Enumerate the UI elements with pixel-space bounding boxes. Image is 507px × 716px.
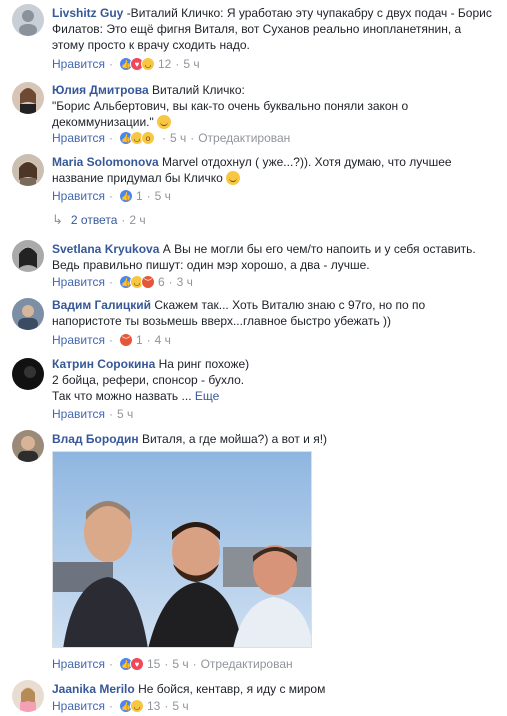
comment-actions: Нравится · 👍 1 · 5 ч [52, 189, 171, 203]
comment-actions: Нравится · ︶ 1 · 4 ч [52, 333, 171, 347]
reactions[interactable]: ︶ [118, 333, 133, 347]
avatar[interactable] [12, 240, 44, 272]
timestamp[interactable]: 5 ч [170, 131, 186, 145]
angry-reaction-icon: ︶ [140, 275, 155, 289]
haha-reaction-icon: ◡ [140, 57, 155, 71]
comment-text: Виталя, а где мойша?) а вот и я!) [141, 432, 328, 446]
angry-reaction-icon: ︶ [118, 333, 133, 347]
author-name[interactable]: Вадим Галицкий [52, 298, 151, 312]
comment-body: Вадим Галицкий Скажем так... Хоть Виталю… [52, 297, 492, 329]
timestamp[interactable]: 5 ч [183, 57, 199, 71]
comment-body: Livshitz Guy -Виталий Кличко: Я уработаю… [52, 5, 492, 53]
like-button[interactable]: Нравится [52, 57, 105, 71]
like-button[interactable]: Нравится [52, 333, 105, 347]
comment-text-line2: "Борис Альбертович, вы как-то очень букв… [52, 99, 409, 129]
comment-body: Maria Solomonova Marvel отдохнул ( уже..… [52, 154, 492, 186]
smile-emoji-icon [226, 171, 241, 185]
author-name[interactable]: Юлия Дмитрова [52, 83, 149, 97]
wow-reaction-icon: o [140, 131, 155, 145]
comment-actions: Нравится · 👍 ◡ 13 · 5 ч [52, 699, 189, 713]
author-name[interactable]: Jaanika Merilo [52, 682, 135, 696]
avatar[interactable] [12, 298, 44, 330]
like-button[interactable]: Нравится [52, 407, 105, 421]
reaction-count: 13 [146, 699, 161, 713]
reactions[interactable]: 👍 ◡ [118, 699, 144, 713]
author-name[interactable]: Влад Бородин [52, 432, 139, 446]
author-name[interactable]: Катрин Сорокина [52, 357, 155, 371]
edited-label[interactable]: Отредактирован [198, 131, 290, 145]
reactions[interactable]: 👍 ♥ [118, 657, 144, 671]
comment-text: Виталий Кличко: [152, 83, 245, 97]
comment-body: Svetlana Kryukova А Вы не могли бы его ч… [52, 241, 492, 273]
like-button[interactable]: Нравится [52, 189, 105, 203]
reply-arrow-icon: ↳ [52, 212, 63, 227]
see-more-link[interactable]: Еще [195, 389, 219, 403]
comment-body: Влад Бородин Виталя, а где мойша?) а вот… [52, 431, 492, 447]
comment-body: Катрин Сорокина На ринг похоже) 2 бойца,… [52, 356, 492, 404]
love-reaction-icon: ♥ [129, 657, 144, 671]
avatar[interactable] [12, 4, 44, 36]
timestamp[interactable]: 5 ч [155, 189, 171, 203]
haha-reaction-icon: ◡ [129, 699, 144, 713]
like-reaction-icon: 👍 [118, 189, 133, 203]
avatar[interactable] [12, 82, 44, 114]
like-button[interactable]: Нравится [52, 131, 105, 145]
author-name[interactable]: Svetlana Kryukova [52, 242, 159, 256]
comment-actions: Нравится · 👍 ◡ ︶ 6 · 3 ч [52, 275, 193, 289]
timestamp[interactable]: 4 ч [155, 333, 171, 347]
reactions[interactable]: 👍 ◡ o [118, 131, 155, 145]
author-name[interactable]: Livshitz Guy [52, 6, 123, 20]
avatar[interactable] [12, 154, 44, 186]
timestamp[interactable]: 5 ч [172, 699, 188, 713]
timestamp[interactable]: 5 ч [172, 657, 188, 671]
comment-actions: Нравится · 👍 ♥ 15 · 5 ч · Отредактирован [52, 657, 293, 671]
comment-body: Юлия Дмитрова Виталий Кличко: "Борис Аль… [52, 82, 492, 130]
comment-text: Не бойся, кентавр, я иду с миром [138, 682, 326, 696]
avatar[interactable] [12, 680, 44, 712]
like-button[interactable]: Нравится [52, 699, 105, 713]
comment-actions: Нравится · 5 ч [52, 407, 134, 421]
reaction-count: 1 [135, 333, 143, 347]
like-button[interactable]: Нравится [52, 657, 105, 671]
timestamp[interactable]: 5 ч [117, 407, 133, 421]
replies-time: 2 ч [129, 213, 146, 227]
replies-count[interactable]: 2 ответа [71, 213, 117, 227]
comment-actions: Нравится · 👍 ♥ ◡ 12 · 5 ч [52, 57, 200, 71]
comment-body: Jaanika Merilo Не бойся, кентавр, я иду … [52, 681, 492, 697]
edited-label[interactable]: Отредактирован [201, 657, 293, 671]
view-replies-link[interactable]: ↳ 2 ответа · 2 ч [52, 212, 146, 228]
smile-emoji-icon [157, 115, 172, 129]
reaction-count: 6 [157, 275, 165, 289]
reactions[interactable]: 👍 ◡ ︶ [118, 275, 155, 289]
avatar[interactable] [12, 430, 44, 462]
reaction-count: 12 [157, 57, 172, 71]
reactions[interactable]: 👍 ♥ ◡ [118, 57, 155, 71]
comment-text-line2: 2 бойца, рефери, спонсор - бухло. [52, 373, 245, 387]
like-button[interactable]: Нравится [52, 275, 105, 289]
avatar[interactable] [12, 358, 44, 390]
comment-text: На ринг похоже) [158, 357, 250, 371]
reactions[interactable]: 👍 [118, 189, 133, 203]
comment-actions: Нравится · 👍 ◡ o · 5 ч · Отредактирован [52, 131, 291, 145]
reaction-count: 1 [135, 189, 143, 203]
attached-photo[interactable] [52, 451, 312, 648]
reaction-count: 15 [146, 657, 161, 671]
comment-text-line3: Так что можно назвать ... [52, 389, 192, 403]
author-name[interactable]: Maria Solomonova [52, 155, 159, 169]
timestamp[interactable]: 3 ч [177, 275, 193, 289]
